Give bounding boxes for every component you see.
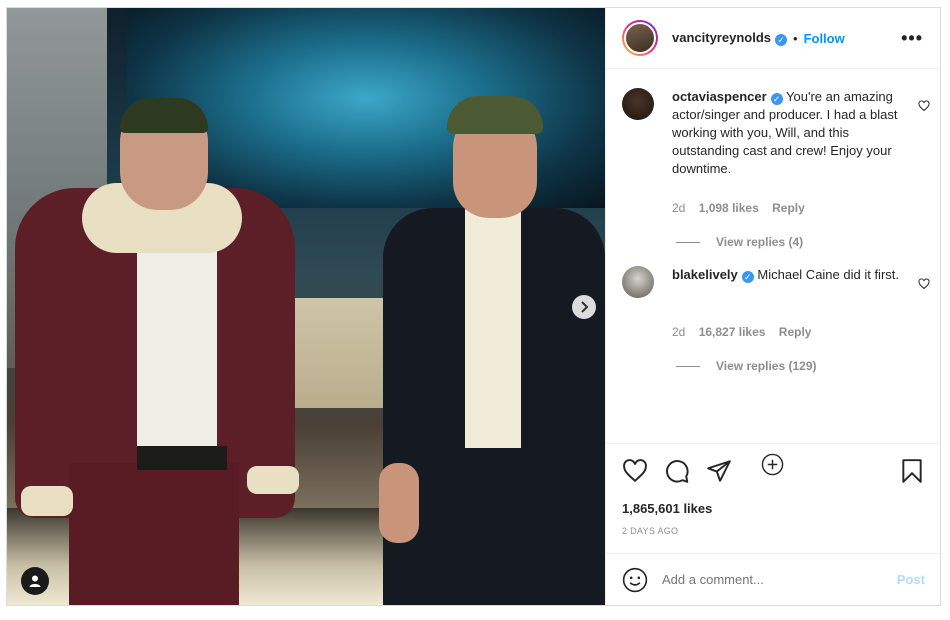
comment-content: Michael Caine did it first. (753, 267, 900, 282)
comment-meta: 2d 1,098 likes Reply (672, 201, 815, 215)
add-comment-bar: Post (606, 553, 940, 605)
comment-age: 2d (672, 201, 686, 215)
photo-person-left-hair (120, 98, 208, 133)
post-dialog: vancityreynolds ✓ • Follow ••• octaviaspe… (6, 7, 941, 606)
post-header: vancityreynolds ✓ • Follow ••• (606, 8, 940, 69)
post-side-panel: vancityreynolds ✓ • Follow ••• octaviaspe… (605, 8, 940, 605)
heart-icon (918, 278, 930, 290)
commenter-avatar[interactable] (622, 88, 654, 120)
comment-likes[interactable]: 16,827 likes (699, 325, 766, 339)
photo-person-left-cuff (247, 466, 299, 494)
photo-person-left-belt (137, 446, 227, 470)
reply-button[interactable]: Reply (772, 201, 805, 215)
commenter-username[interactable]: octaviaspencer (672, 89, 767, 104)
post-timestamp: 2 DAYS AGO (622, 526, 679, 536)
photo-person-left-pants (69, 463, 239, 605)
view-replies-label: View replies (129) (716, 359, 817, 373)
comments-list: octaviaspencer ✓ You're an amazing actor/… (606, 70, 940, 476)
comment-meta: 2d 16,827 likes Reply (672, 325, 821, 339)
verified-badge-icon: ✓ (741, 271, 754, 283)
comment-icon[interactable] (664, 458, 690, 484)
action-icons (622, 458, 732, 484)
heart-icon (918, 100, 930, 112)
comment-like-button[interactable] (918, 278, 930, 293)
author-username[interactable]: vancityreynolds ✓ (672, 30, 787, 46)
bookmark-icon[interactable] (899, 458, 925, 484)
commenter-username[interactable]: blakelively (672, 267, 738, 282)
comment-age: 2d (672, 325, 686, 339)
view-replies-label: View replies (4) (716, 235, 804, 249)
user-tag-icon (29, 575, 41, 587)
photo-person-right-hand (379, 463, 419, 543)
follow-button[interactable]: Follow (804, 31, 845, 46)
reply-button[interactable]: Reply (779, 325, 812, 339)
post-photo[interactable] (7, 8, 605, 605)
post-actions: 1,865,601 likes 2 DAYS AGO (606, 443, 940, 553)
photo-person-right-hair (447, 96, 543, 134)
replies-divider (676, 241, 700, 243)
heart-icon[interactable] (622, 458, 648, 484)
emoji-icon[interactable] (622, 567, 648, 593)
tagged-users-button[interactable] (21, 567, 49, 595)
verified-badge-icon: ✓ (775, 34, 787, 46)
more-options-button[interactable]: ••• (901, 28, 923, 49)
comment-text: octaviaspencer ✓ You're an amazing actor/… (672, 88, 902, 178)
verified-badge-icon: ✓ (770, 93, 783, 105)
likes-count[interactable]: 1,865,601 likes (622, 501, 712, 516)
photo-person-right-shirt (465, 203, 521, 448)
chevron-right-icon (581, 301, 589, 313)
post-comment-button[interactable]: Post (897, 572, 925, 587)
commenter-avatar[interactable] (622, 266, 654, 298)
comment-like-button[interactable] (918, 100, 930, 115)
share-icon[interactable] (706, 458, 732, 484)
comment-input[interactable] (662, 572, 882, 587)
replies-divider (676, 365, 700, 367)
next-photo-button[interactable] (572, 295, 596, 319)
author-avatar[interactable] (622, 20, 658, 56)
view-replies-button[interactable]: View replies (4) (676, 235, 803, 249)
photo-person-left-shirt (137, 238, 217, 468)
photo-person-left-cuff (21, 486, 73, 516)
header-separator: • (793, 30, 798, 46)
comment-likes[interactable]: 1,098 likes (699, 201, 759, 215)
view-replies-button[interactable]: View replies (129) (676, 359, 817, 373)
comment-text: blakelively ✓ Michael Caine did it first. (672, 266, 902, 284)
